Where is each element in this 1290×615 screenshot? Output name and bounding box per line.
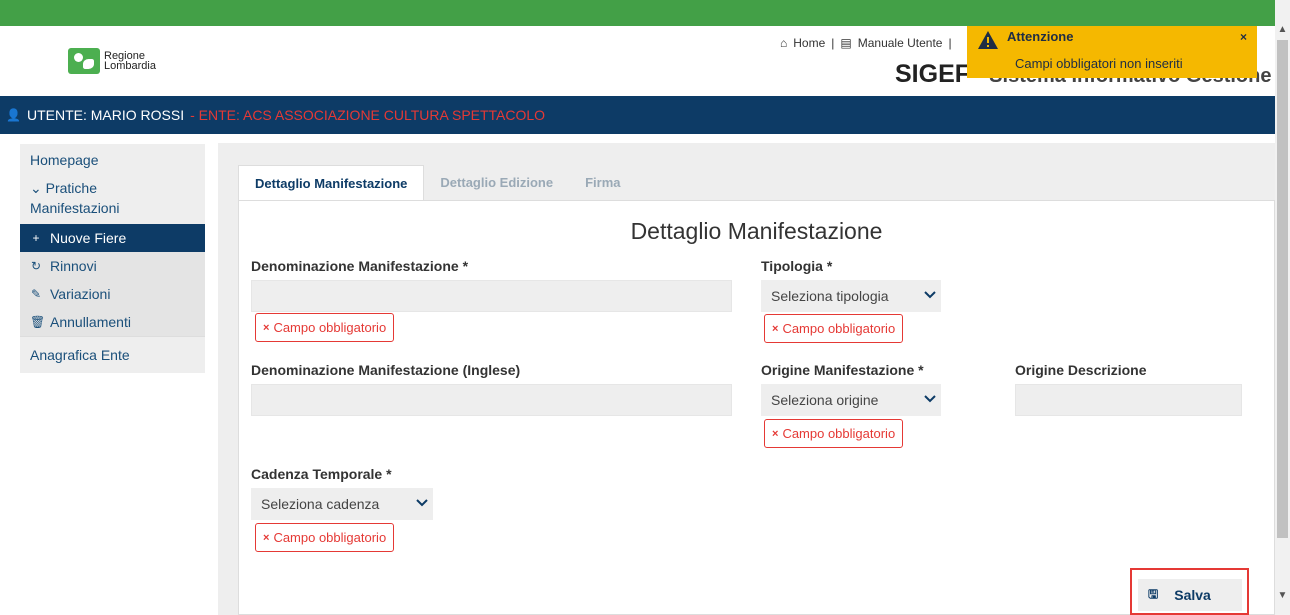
refresh-icon: ↻ (30, 259, 42, 273)
scrollbar[interactable]: ▲ ▼ (1275, 0, 1290, 615)
plus-icon: + (32, 231, 40, 245)
top-green-bar (0, 0, 1275, 26)
cadenza-select[interactable]: Seleziona cadenza (251, 488, 433, 520)
chevron-down-icon (416, 499, 428, 507)
close-icon[interactable]: × (1240, 30, 1247, 44)
separator: | (948, 36, 952, 50)
toast-message: Campi obbligatori non inseriti (1015, 56, 1183, 71)
tab-dettaglio-manifestazione[interactable]: Dettaglio Manifestazione (238, 165, 425, 201)
manual-link[interactable]: Manuale Utente (858, 36, 943, 50)
origine-label: Origine Manifestazione * (761, 362, 924, 378)
toast-title: Attenzione (1007, 29, 1074, 44)
origine-select[interactable]: Seleziona origine (761, 384, 941, 416)
sidebar-group-pratiche[interactable]: ⌄ Pratiche Manifestazioni (20, 176, 205, 224)
sidebar-item-anagrafica-ente[interactable]: Anagrafica Ente (20, 336, 205, 373)
floppy-icon: 🖫 (1148, 586, 1159, 601)
tipologia-label: Tipologia * (761, 258, 833, 274)
origine-descrizione-label: Origine Descrizione (1015, 362, 1147, 378)
denominazione-inglese-input[interactable] (251, 384, 732, 416)
separator: | (831, 36, 835, 50)
denominazione-label: Denominazione Manifestazione * (251, 258, 469, 274)
user-name: UTENTE: MARIO ROSSI (26, 107, 185, 123)
pencil-icon: ✎ (30, 287, 42, 301)
tipologia-error: × Campo obbligatorio (764, 314, 904, 343)
tab-bar: Dettaglio Manifestazione Dettaglio Edizi… (238, 165, 637, 201)
sidebar-item-nuove-fiere[interactable]: + Nuove Fiere (20, 224, 205, 252)
chevron-down-icon: ⌄ (30, 180, 42, 196)
warning-icon (978, 31, 998, 49)
denominazione-inglese-label: Denominazione Manifestazione (Inglese) (251, 362, 521, 378)
save-button[interactable]: 🖫 Salva (1138, 579, 1242, 611)
denominazione-input[interactable] (251, 280, 732, 312)
save-button-highlight: 🖫 Salva (1130, 568, 1249, 615)
error-x-icon: × (772, 322, 779, 335)
origine-error: × Campo obbligatorio (764, 419, 904, 448)
form-title: Dettaglio Manifestazione (630, 218, 883, 244)
tab-dettaglio-edizione[interactable]: Dettaglio Edizione (424, 165, 569, 201)
scroll-down-icon[interactable]: ▼ (1275, 590, 1290, 604)
user-icon: 👤 (6, 108, 21, 122)
logo-line2: Lombardia (104, 60, 156, 72)
user-bar: 👤 UTENTE: MARIO ROSSI - ENTE: ACS ASSOCI… (0, 96, 1275, 134)
error-x-icon: × (772, 427, 779, 440)
sidebar-item-homepage[interactable]: Homepage (20, 144, 205, 176)
scroll-thumb[interactable] (1277, 40, 1288, 538)
origine-descrizione-input[interactable] (1015, 384, 1242, 416)
cadenza-label: Cadenza Temporale * (251, 466, 392, 482)
chevron-down-icon (924, 395, 936, 403)
cadenza-error: × Campo obbligatorio (255, 523, 395, 552)
error-x-icon: × (263, 531, 270, 544)
sidebar-item-variazioni[interactable]: ✎ Variazioni (20, 280, 205, 308)
chevron-down-icon (924, 291, 936, 299)
lombardia-logo-icon (68, 48, 100, 74)
ente-name: - ENTE: ACS ASSOCIAZIONE CULTURA SPETTAC… (190, 107, 546, 123)
trash-icon: 🗑 (30, 315, 46, 329)
tab-firma[interactable]: Firma (569, 165, 636, 201)
home-link[interactable]: Home (793, 36, 825, 50)
manual-icon: ▤ (840, 36, 852, 50)
regione-lombardia-logo[interactable]: Regione Lombardia (68, 48, 156, 74)
sidebar-item-annullamenti[interactable]: 🗑 Annullamenti (20, 308, 205, 336)
sidebar-item-rinnovi[interactable]: ↻ Rinnovi (20, 252, 205, 280)
home-icon: ⌂ (780, 36, 788, 50)
tipologia-select[interactable]: Seleziona tipologia (761, 280, 941, 312)
error-x-icon: × (263, 321, 270, 334)
denominazione-error: × Campo obbligatorio (255, 313, 395, 342)
warning-toast: Attenzione × Campi obbligatori non inser… (967, 26, 1257, 78)
top-links: ⌂ Home | ▤ Manuale Utente | (780, 36, 952, 50)
scroll-up-icon[interactable]: ▲ (1275, 24, 1290, 38)
sidebar: Homepage ⌄ Pratiche Manifestazioni + Nuo… (20, 144, 205, 373)
